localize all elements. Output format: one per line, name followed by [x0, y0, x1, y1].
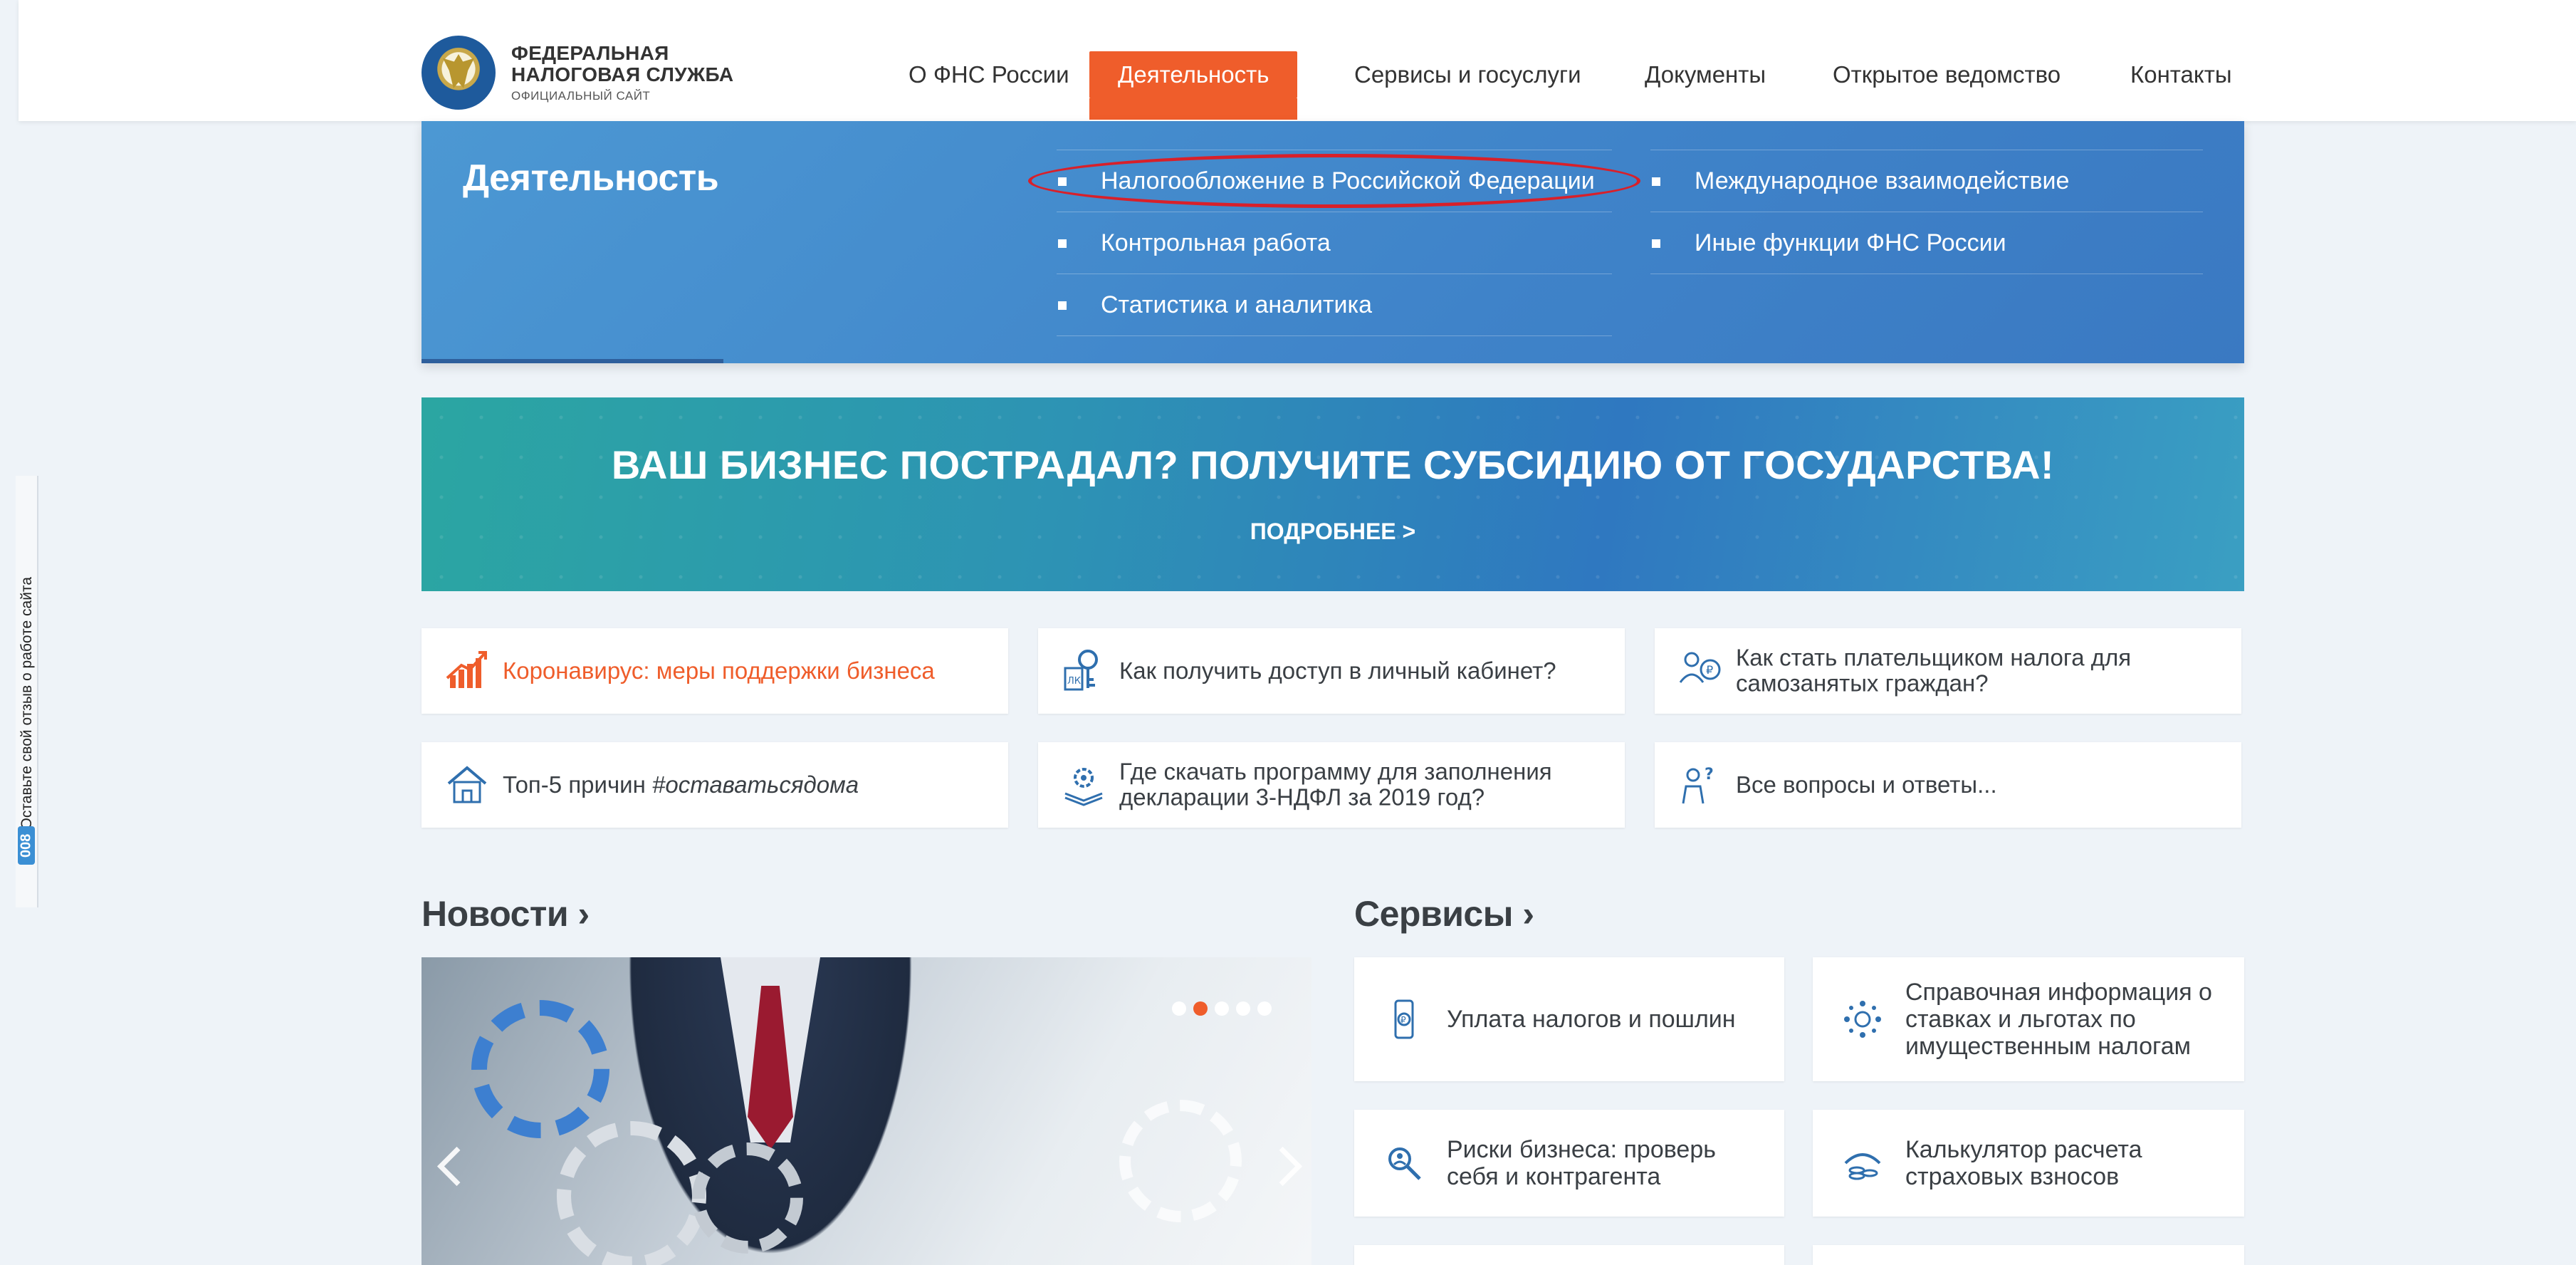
feedback-badge: 008 — [18, 826, 35, 865]
menu-item-label: Контрольная работа — [1101, 229, 1331, 256]
service-label: Уплата налогов и пошлин — [1447, 1005, 1736, 1033]
services-title: Сервисы — [1354, 894, 1513, 934]
nav-item-services[interactable]: Сервисы и госуслуги — [1354, 51, 1581, 120]
slider-dot[interactable] — [1236, 1001, 1250, 1016]
site-logo[interactable]: ФЕДЕРАЛЬНАЯ НАЛОГОВАЯ СЛУЖБА ОФИЦИАЛЬНЫЙ… — [422, 36, 733, 110]
slider-dot-active[interactable] — [1193, 1001, 1208, 1016]
panel-underline — [422, 359, 723, 363]
page: Оставьте свой отзыв о работе сайта 008 Ф… — [0, 0, 2576, 1265]
logo-line-1: ФЕДЕРАЛЬНАЯ — [511, 41, 669, 64]
bullet-icon — [1058, 301, 1067, 310]
service-label: Справочная информация о ставках и льгота… — [1905, 978, 2212, 1061]
service-business-risks[interactable]: Риски бизнеса: проверь себя и контрагент… — [1354, 1110, 1784, 1217]
gear-download-icon — [1064, 768, 1103, 806]
questions-icon: ? — [1682, 766, 1714, 804]
panel-title: Деятельность — [463, 157, 719, 199]
news-slider[interactable] — [422, 957, 1311, 1265]
menu-item-control-work[interactable]: Контрольная работа — [1057, 212, 1612, 274]
quick-card-download-program[interactable]: Где скачать программу для заполнения дек… — [1038, 742, 1625, 828]
banner-title: ВАШ БИЗНЕС ПОСТРАДАЛ? ПОЛУЧИТЕ СУБСИДИЮ … — [611, 442, 2055, 487]
quick-card-faq[interactable]: ? Все вопросы и ответы... — [1655, 742, 2241, 828]
service-tax-payment[interactable]: ₽ Уплата налогов и пошлин — [1354, 957, 1784, 1081]
gear-graphic-icon — [1119, 1100, 1242, 1222]
chevron-right-icon: › — [1512, 894, 1534, 934]
bullet-icon — [1058, 239, 1067, 248]
svg-text:₽: ₽ — [1706, 663, 1713, 677]
quick-card-label: Все вопросы и ответы... — [1736, 771, 1997, 798]
feedback-label: Оставьте свой отзыв о работе сайта — [19, 576, 35, 829]
quick-card-label: Как стать плательщиком налога для самоза… — [1736, 644, 2132, 697]
search-business-icon — [1388, 1147, 1421, 1180]
service-property-tax-info[interactable]: Справочная информация о ставках и льгота… — [1813, 957, 2244, 1081]
news-title: Новости — [422, 894, 569, 934]
svg-text:ЛК: ЛК — [1067, 676, 1081, 687]
banner-pattern — [422, 397, 2244, 591]
nav-item-activity[interactable]: Деятельность — [1089, 51, 1298, 120]
fns-emblem-icon — [422, 36, 496, 110]
service-label: Калькулятор расчета страховых взносов — [1905, 1135, 2142, 1190]
site-header: ФЕДЕРАЛЬНАЯ НАЛОГОВАЯ СЛУЖБА ОФИЦИАЛЬНЫЙ… — [19, 0, 2576, 121]
quick-card-label: Топ-5 причин #оставатьсядома — [503, 771, 859, 798]
info-network-icon — [1844, 1001, 1881, 1038]
nav-item-contacts[interactable]: Контакты — [2130, 51, 2232, 120]
svg-text:?: ? — [1705, 766, 1714, 784]
bullet-icon — [1652, 239, 1660, 248]
quick-card-label: Коронавирус: меры поддержки бизнеса — [503, 657, 935, 684]
bullet-icon — [1652, 177, 1660, 186]
menu-item-statistics[interactable]: Статистика и аналитика — [1057, 274, 1612, 336]
logo-text: ФЕДЕРАЛЬНАЯ НАЛОГОВАЯ СЛУЖБА ОФИЦИАЛЬНЫЙ… — [511, 41, 734, 103]
slider-dot[interactable] — [1172, 1001, 1186, 1016]
house-icon — [447, 766, 487, 803]
activity-dropdown-panel: Деятельность Налогообложение в Российско… — [422, 121, 2244, 363]
menu-item-label: Иные функции ФНС России — [1695, 229, 2006, 256]
gear-graphic-icon — [471, 1000, 609, 1138]
slider-dots — [1172, 1001, 1272, 1016]
service-insurance-calculator[interactable]: Калькулятор расчета страховых взносов — [1813, 1110, 2244, 1217]
quick-card-label: Где скачать программу для заполнения дек… — [1119, 758, 1552, 811]
slider-next-arrow-icon[interactable] — [1269, 1142, 1297, 1192]
menu-item-label: Международное взаимодействие — [1695, 167, 2070, 194]
nav-item-about[interactable]: О ФНС России — [909, 51, 1069, 120]
menu-item-other-functions[interactable]: Иные функции ФНС России — [1650, 212, 2203, 274]
highlight-oval — [1028, 154, 1640, 208]
quick-card-stay-home[interactable]: Топ-5 причин #оставатьсядома — [422, 742, 1008, 828]
logo-line-2: НАЛОГОВАЯ СЛУЖБА — [511, 63, 734, 85]
subsidy-banner[interactable]: ВАШ БИЗНЕС ПОСТРАДАЛ? ПОЛУЧИТЕ СУБСИДИЮ … — [422, 397, 2244, 591]
self-employed-icon: ₽ — [1679, 652, 1721, 683]
service-card-partial[interactable] — [1813, 1245, 2244, 1265]
menu-item-taxation[interactable]: Налогообложение в Российской Федерации — [1028, 150, 1640, 212]
quick-card-label: Как получить доступ в личный кабинет? — [1119, 657, 1556, 684]
service-label: Риски бизнеса: проверь себя и контрагент… — [1447, 1135, 1716, 1190]
service-card-partial[interactable] — [1354, 1245, 1784, 1265]
menu-item-international[interactable]: Международное взаимодействие — [1650, 150, 2203, 212]
coins-umbrella-icon — [1844, 1153, 1881, 1180]
nav-item-documents[interactable]: Документы — [1645, 51, 1766, 120]
gear-graphic-icon — [557, 1121, 706, 1265]
menu-column-2: Международное взаимодействие Иные функци… — [1650, 150, 2203, 274]
menu-column-1: Налогообложение в Российской Федерации К… — [1028, 150, 1640, 336]
chevron-right-icon: › — [568, 894, 590, 934]
slider-dot[interactable] — [1257, 1001, 1272, 1016]
services-heading[interactable]: Сервисы › — [1354, 893, 1534, 935]
nav-item-open-agency[interactable]: Открытое ведомство — [1833, 51, 2061, 120]
quick-card-coronavirus[interactable]: Коронавирус: меры поддержки бизнеса — [422, 628, 1008, 714]
quick-card-account-access[interactable]: ЛК Как получить доступ в личный кабинет? — [1038, 628, 1625, 714]
phone-ruble-icon: ₽ — [1394, 999, 1414, 1039]
news-heading[interactable]: Новости › — [422, 893, 590, 935]
slider-prev-arrow-icon[interactable] — [436, 1142, 464, 1192]
gear-graphic-icon — [692, 1142, 803, 1254]
key-account-icon: ЛК — [1064, 650, 1098, 691]
slider-dot[interactable] — [1215, 1001, 1229, 1016]
banner-more-link[interactable]: ПОДРОБНЕЕ > — [422, 519, 2244, 545]
chart-growth-icon — [446, 651, 487, 688]
feedback-tab[interactable]: Оставьте свой отзыв о работе сайта 008 — [16, 476, 38, 907]
quick-card-self-employed[interactable]: ₽ Как стать плательщиком налога для само… — [1655, 628, 2241, 714]
svg-text:₽: ₽ — [1400, 1015, 1406, 1025]
logo-subtitle: ОФИЦИАЛЬНЫЙ САЙТ — [511, 89, 651, 103]
menu-item-label: Статистика и аналитика — [1101, 291, 1372, 318]
